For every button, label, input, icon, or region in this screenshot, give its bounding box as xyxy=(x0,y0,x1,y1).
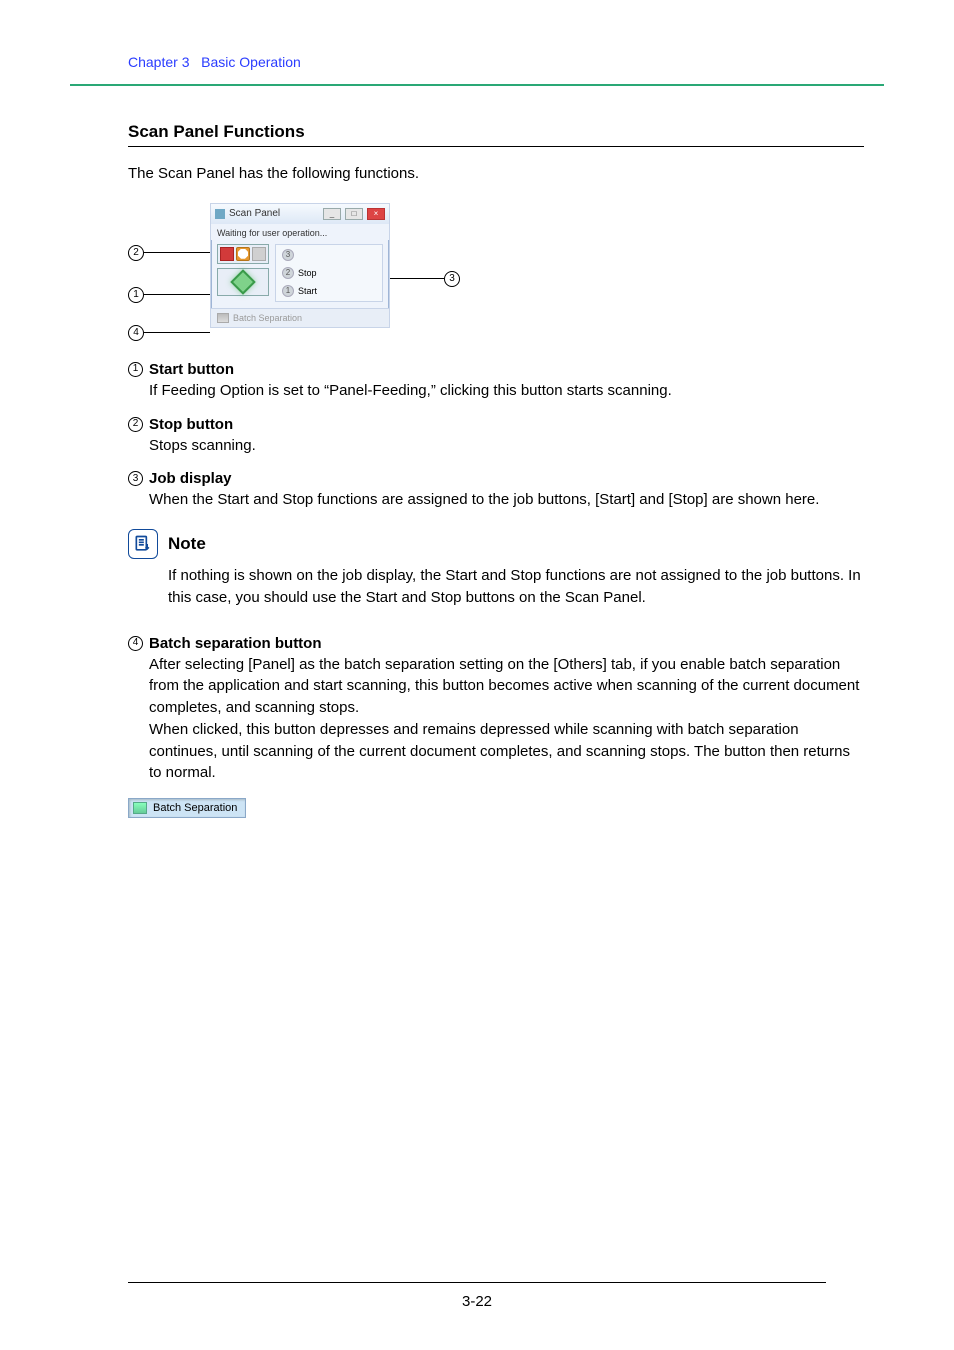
job-label-2: Stop xyxy=(298,268,317,278)
callout-num-3: 3 xyxy=(444,271,460,287)
batch-separation-label: Batch Separation xyxy=(233,313,302,323)
chapter-number: Chapter 3 xyxy=(128,54,189,70)
section-rule xyxy=(128,146,864,147)
batch-separation-icon xyxy=(217,313,229,323)
close-button[interactable]: × xyxy=(367,208,385,220)
job-num-1: 1 xyxy=(282,285,294,297)
note-icon xyxy=(128,529,158,559)
window-title: Scan Panel xyxy=(229,208,280,219)
job-display-panel: 3 2 Stop 1 Start xyxy=(275,244,383,302)
scan-panel-figure: 2 1 4 3 Scan Panel _ □ × Waiting xyxy=(128,203,468,343)
callout-1: 1 xyxy=(128,287,210,303)
note-block: Note xyxy=(128,529,864,559)
item-4-title: Batch separation button xyxy=(149,635,322,652)
item-3-head: 3 Job display xyxy=(128,470,864,487)
batch-separation-depressed[interactable]: Batch Separation xyxy=(128,798,246,818)
callout-num-2: 2 xyxy=(128,245,144,261)
item-1-head: 1 Start button xyxy=(128,361,864,378)
item-1-num: 1 xyxy=(128,362,143,377)
page-header: Chapter 3 Basic Operation xyxy=(128,54,884,70)
item-4-head: 4 Batch separation button xyxy=(128,635,864,652)
item-3-body: When the Start and Stop functions are as… xyxy=(149,489,864,511)
maximize-button[interactable]: □ xyxy=(345,208,363,220)
callout-num-1: 1 xyxy=(128,287,144,303)
item-4-body: After selecting [Panel] as the batch sep… xyxy=(149,654,864,785)
item-2-body: Stops scanning. xyxy=(149,435,864,457)
item-4-num: 4 xyxy=(128,636,143,651)
page-number: 3-22 xyxy=(0,1293,954,1310)
callout-3: 3 xyxy=(384,271,460,287)
start-icon xyxy=(230,269,255,294)
batch-separation-depressed-label: Batch Separation xyxy=(153,802,237,814)
note-body: If nothing is shown on the job display, … xyxy=(168,565,864,609)
app-icon xyxy=(215,209,225,219)
batch-separation-button[interactable]: Batch Separation xyxy=(211,308,389,327)
section-heading: Scan Panel Functions xyxy=(128,122,864,142)
job-row-1: 1 Start xyxy=(282,285,376,297)
item-2-title: Stop button xyxy=(149,416,233,433)
stop-button-block[interactable] xyxy=(217,244,269,264)
header-rule xyxy=(70,84,884,86)
scan-panel-window: Scan Panel _ □ × Waiting for user operat… xyxy=(210,203,390,328)
callout-4: 4 xyxy=(128,325,210,341)
callout-num-4: 4 xyxy=(128,325,144,341)
job-num-2: 2 xyxy=(282,267,294,279)
job-row-2: 2 Stop xyxy=(282,267,376,279)
batch-separation-depressed-icon xyxy=(133,802,147,814)
item-2-head: 2 Stop button xyxy=(128,416,864,433)
stop-grey-icon xyxy=(252,247,266,261)
chapter-title: Basic Operation xyxy=(201,54,301,70)
status-text: Waiting for user operation... xyxy=(211,224,389,240)
section-intro: The Scan Panel has the following functio… xyxy=(128,163,864,185)
job-row-3: 3 xyxy=(282,249,376,261)
item-2-num: 2 xyxy=(128,417,143,432)
page-footer: 3-22 xyxy=(0,1282,954,1310)
item-1-body: If Feeding Option is set to “Panel-Feedi… xyxy=(149,380,864,402)
item-1-title: Start button xyxy=(149,361,234,378)
item-3-title: Job display xyxy=(149,470,232,487)
job-label-1: Start xyxy=(298,286,317,296)
stop-icon xyxy=(220,247,234,261)
callout-2: 2 xyxy=(128,245,210,261)
window-titlebar: Scan Panel _ □ × xyxy=(211,204,389,224)
note-label: Note xyxy=(168,534,206,554)
item-3-num: 3 xyxy=(128,471,143,486)
job-num-3: 3 xyxy=(282,249,294,261)
start-button-block[interactable] xyxy=(217,268,269,296)
minimize-button[interactable]: _ xyxy=(323,208,341,220)
footer-rule xyxy=(128,1282,826,1283)
stop-octagon-icon xyxy=(236,247,250,261)
